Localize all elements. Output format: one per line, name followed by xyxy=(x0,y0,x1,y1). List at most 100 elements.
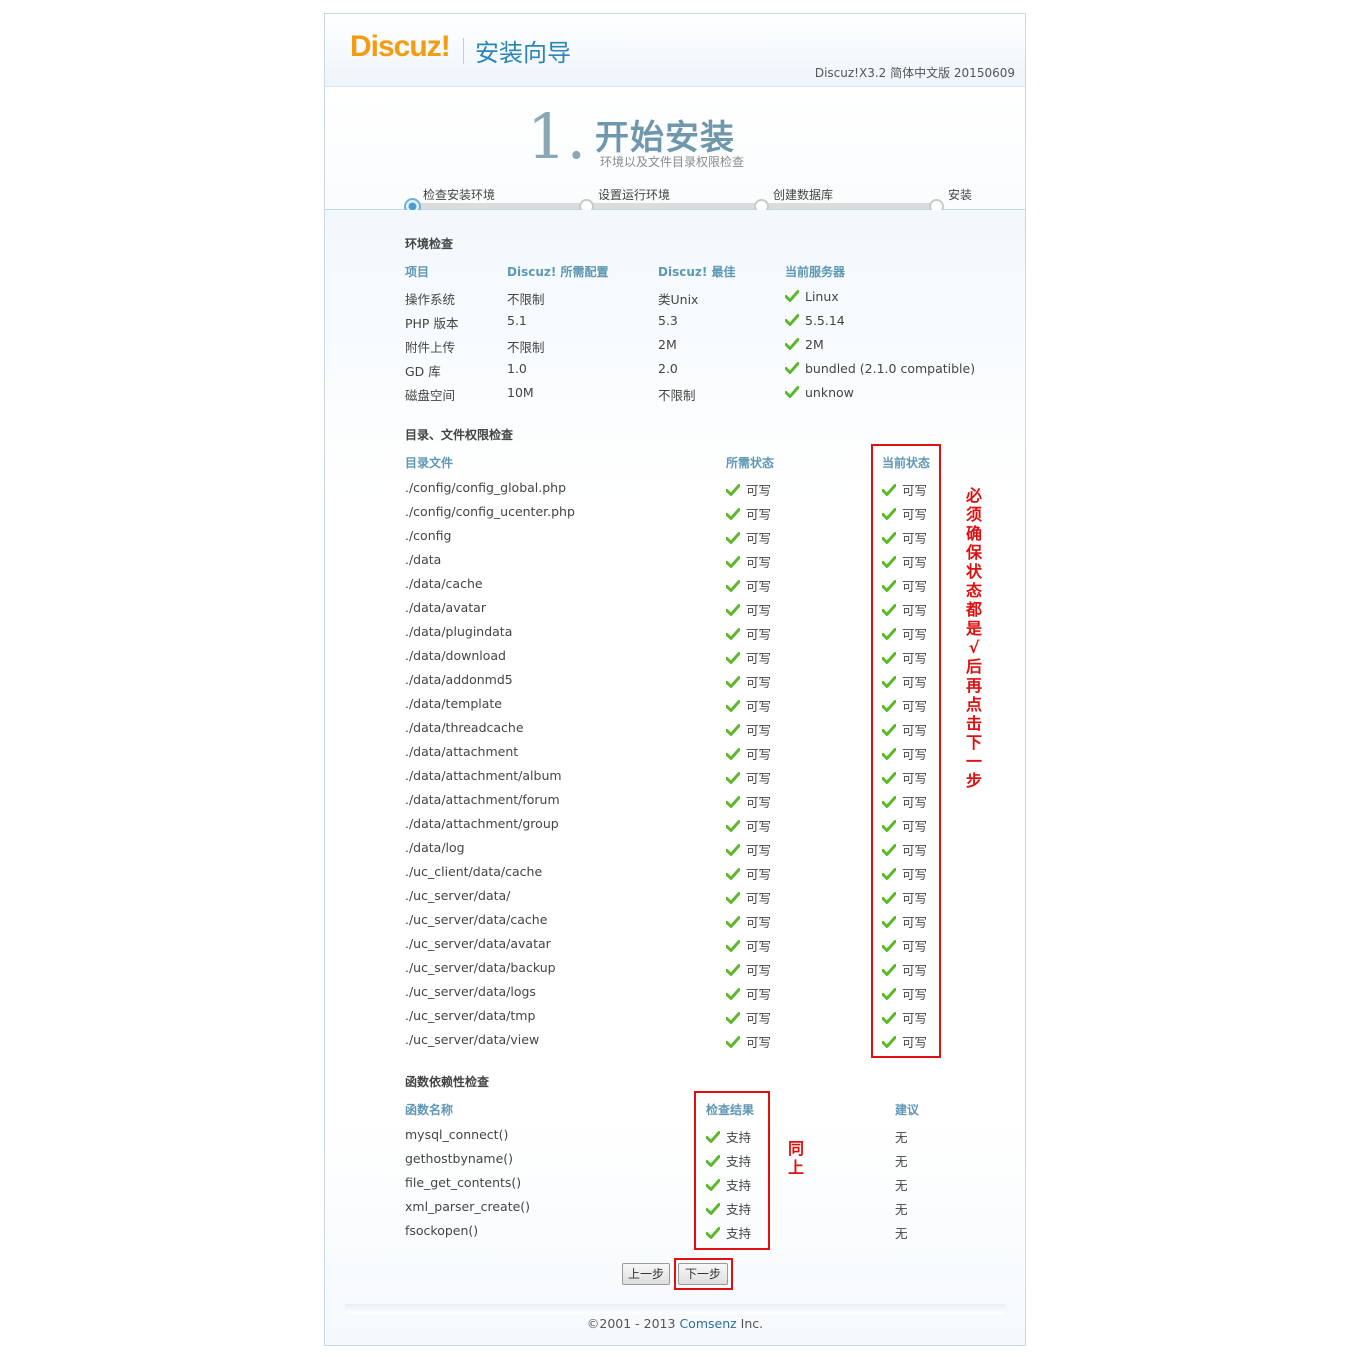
dir-required-status: 可写 xyxy=(726,984,771,1003)
env-current: unknow xyxy=(785,385,854,400)
dir-path: ./uc_client/data/cache xyxy=(405,864,542,879)
progress-step-2-label: 设置运行环境 xyxy=(598,188,671,202)
dir-required-status-text: 可写 xyxy=(746,723,772,738)
dir-required-status: 可写 xyxy=(726,936,771,955)
dir-path-text: ./data/template xyxy=(405,696,502,711)
version-text: Discuz!X3.2 简体中文版 20150609 xyxy=(814,66,1015,80)
env-best: 2M xyxy=(658,337,677,352)
dir-required-status-text: 可写 xyxy=(746,651,772,666)
env-best: 2.0 xyxy=(658,361,678,376)
env-required: 不限制 xyxy=(507,289,545,308)
dir-path-text: ./data xyxy=(405,552,442,567)
dir-path-text: ./data/addonmd5 xyxy=(405,672,513,687)
env-item: 操作系统 xyxy=(405,289,455,308)
env-header-best: Discuz! 最佳 xyxy=(658,265,736,279)
dir-required-status: 可写 xyxy=(726,1032,771,1051)
dir-required-status-text: 可写 xyxy=(746,675,772,690)
dir-required-status-text: 可写 xyxy=(746,915,772,930)
comsenz-link[interactable]: Comsenz xyxy=(679,1316,736,1331)
env-best-text: 2.0 xyxy=(658,361,678,376)
dir-path-text: ./uc_client/data/cache xyxy=(405,864,543,879)
prev-step-button[interactable]: 上一步 xyxy=(622,1263,670,1285)
dir-required-status-text: 可写 xyxy=(746,867,772,882)
dir-path: ./uc_server/data/cache xyxy=(405,912,547,927)
dir-path: ./data/threadcache xyxy=(405,720,524,735)
dir-required-status: 可写 xyxy=(726,648,771,667)
dir-required-status-text: 可写 xyxy=(746,483,772,498)
check-icon xyxy=(726,1036,740,1048)
check-icon xyxy=(726,748,740,760)
dir-path-text: ./data/attachment/forum xyxy=(405,792,560,807)
dir-path-text: ./data/attachment/album xyxy=(405,768,562,783)
check-icon xyxy=(726,508,740,520)
dir-required-status-text: 可写 xyxy=(746,1011,772,1026)
dir-path-text: ./data/download xyxy=(405,648,506,663)
dir-path-text: ./config/config_global.php xyxy=(405,480,567,495)
env-item-text: 附件上传 xyxy=(405,340,456,355)
check-icon xyxy=(726,892,740,904)
dir-required-status-text: 可写 xyxy=(746,507,772,522)
check-icon xyxy=(785,362,799,374)
dir-required-status-text: 可写 xyxy=(746,963,772,978)
func-suggest: 无 xyxy=(895,1175,908,1194)
dir-required-status-text: 可写 xyxy=(746,579,772,594)
func-suggest-text: 无 xyxy=(895,1226,908,1241)
func-name: mysql_connect() xyxy=(405,1127,508,1142)
dir-required-status: 可写 xyxy=(726,696,771,715)
env-current: 2M xyxy=(785,337,824,352)
func-name-text: mysql_connect() xyxy=(405,1127,509,1142)
check-icon xyxy=(726,532,740,544)
env-item-text: 磁盘空间 xyxy=(405,388,456,403)
check-icon xyxy=(726,700,740,712)
dir-required-status-text: 可写 xyxy=(746,1035,772,1050)
env-item-text: GD 库 xyxy=(405,364,441,379)
func-suggest-text: 无 xyxy=(895,1178,908,1193)
logo-divider xyxy=(463,38,464,64)
env-item: GD 库 xyxy=(405,361,441,380)
env-required: 不限制 xyxy=(507,337,545,356)
func-name-text: file_get_contents() xyxy=(405,1175,522,1190)
dir-required-status: 可写 xyxy=(726,768,771,787)
env-required-text: 不限制 xyxy=(507,340,545,355)
dir-required-status: 可写 xyxy=(726,552,771,571)
discuz-logo: Discuz! xyxy=(350,30,451,63)
check-icon xyxy=(726,988,740,1000)
check-icon xyxy=(726,580,740,592)
dir-path: ./data/attachment xyxy=(405,744,518,759)
func-suggest-text: 无 xyxy=(895,1202,908,1217)
dir-path-text: ./data/cache xyxy=(405,576,483,591)
progress-track xyxy=(413,203,935,209)
env-current-text: Linux xyxy=(805,289,839,304)
func-suggest: 无 xyxy=(895,1199,908,1218)
progress-step-3-label: 创建数据库 xyxy=(773,188,834,202)
env-item-text: PHP 版本 xyxy=(405,316,459,331)
dir-required-status-text: 可写 xyxy=(746,603,772,618)
env-best-text: 不限制 xyxy=(658,388,696,403)
dir-path-text: ./data/threadcache xyxy=(405,720,524,735)
check-icon xyxy=(726,724,740,736)
env-header-item: 项目 xyxy=(405,265,430,279)
dir-path-text: ./uc_server/data/ xyxy=(405,888,511,903)
dir-path: ./data/template xyxy=(405,696,502,711)
env-section-title: 环境检查 xyxy=(405,237,454,251)
dir-path-text: ./uc_server/data/avatar xyxy=(405,936,551,951)
dir-path-text: ./data/attachment/group xyxy=(405,816,559,831)
env-required-text: 10M xyxy=(507,385,534,400)
check-icon xyxy=(726,772,740,784)
dir-required-status-text: 可写 xyxy=(746,819,772,834)
dir-required-status-text: 可写 xyxy=(746,555,772,570)
dir-path: ./uc_server/data/ xyxy=(405,888,510,903)
env-item: 磁盘空间 xyxy=(405,385,455,404)
func-name-text: gethostbyname() xyxy=(405,1151,514,1166)
progress-step-4-label: 安装 xyxy=(948,188,973,202)
dir-required-status-text: 可写 xyxy=(746,627,772,642)
dir-path-text: ./data/attachment xyxy=(405,744,519,759)
dir-required-status: 可写 xyxy=(726,672,771,691)
check-icon xyxy=(726,796,740,808)
env-best: 类Unix xyxy=(658,289,698,308)
dir-required-status-text: 可写 xyxy=(746,843,772,858)
next-step-button[interactable]: 下一步 xyxy=(678,1263,728,1285)
dir-required-status-text: 可写 xyxy=(746,891,772,906)
check-icon xyxy=(785,338,799,350)
env-best-text: 类Unix xyxy=(658,292,699,307)
